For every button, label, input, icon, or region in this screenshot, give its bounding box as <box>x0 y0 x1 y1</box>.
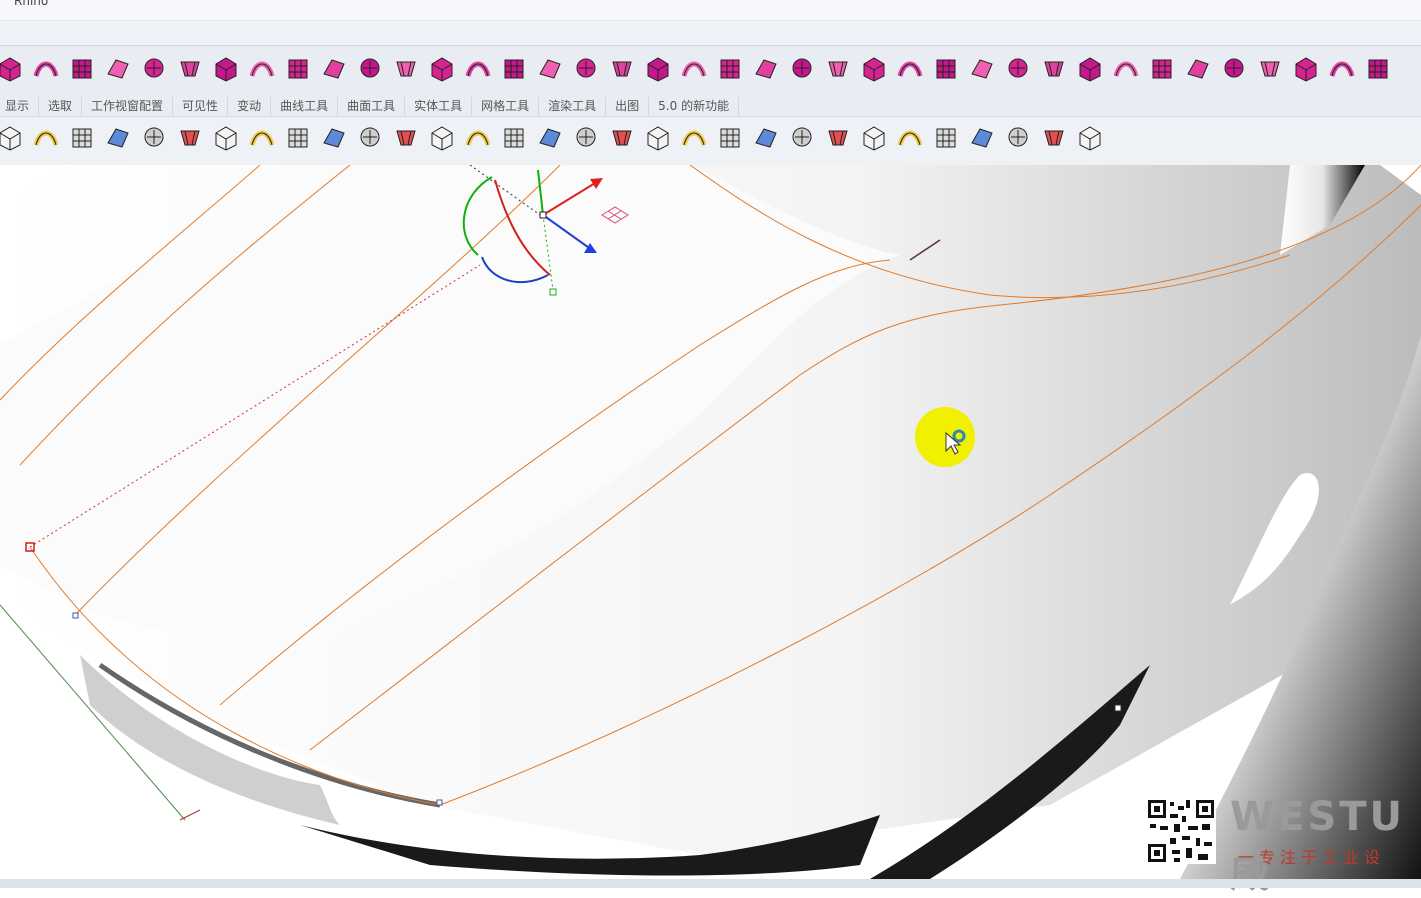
hand-magenta-icon[interactable] <box>894 52 926 84</box>
help-icon[interactable] <box>1074 121 1106 153</box>
tab-10[interactable]: 出图 <box>606 97 650 116</box>
title-bar: Rhino <box>0 0 1421 21</box>
bend-icon[interactable] <box>390 52 422 84</box>
surface-trim-icon[interactable] <box>30 52 62 84</box>
branch-icon[interactable] <box>966 52 998 84</box>
extrude-icon[interactable] <box>210 52 242 84</box>
sphere-black-icon[interactable] <box>1326 52 1358 84</box>
mesh-icon[interactable] <box>786 52 818 84</box>
gear-magenta-icon[interactable] <box>1362 52 1394 84</box>
main-toolbar <box>0 45 1421 96</box>
brand-tagline: 一专注于工业设 <box>1238 848 1386 867</box>
rebuild-icon[interactable] <box>606 52 638 84</box>
rotate-surface-icon[interactable] <box>102 52 134 84</box>
tab-0[interactable]: 显示 <box>0 97 40 116</box>
rotate-view-icon[interactable] <box>138 121 170 153</box>
rotate-camera-icon[interactable] <box>354 121 386 153</box>
mouse-cursor-icon <box>945 429 966 455</box>
dimension-icon[interactable] <box>1038 121 1070 153</box>
tab-6[interactable]: 曲面工具 <box>338 97 406 116</box>
tab-7[interactable]: 实体工具 <box>405 97 473 116</box>
gear-target-icon[interactable] <box>1038 52 1070 84</box>
zoom-extents-icon[interactable] <box>246 121 278 153</box>
standard-toolbar <box>0 117 1421 166</box>
triangle-points-icon[interactable] <box>606 121 638 153</box>
network-surface-icon[interactable] <box>66 52 98 84</box>
zoom-selected-icon[interactable] <box>282 121 314 153</box>
bridge-icon[interactable] <box>678 52 710 84</box>
perspective-viewport[interactable] <box>0 165 1421 879</box>
undo-icon[interactable] <box>66 121 98 153</box>
gear-settings-icon[interactable] <box>1002 121 1034 153</box>
sphere-gray-icon[interactable] <box>858 121 890 153</box>
checkbox-green-icon[interactable] <box>462 52 494 84</box>
new-file-icon[interactable] <box>0 121 26 153</box>
window-title: Rhino <box>14 0 49 8</box>
car-hood-render <box>0 165 1421 879</box>
target-icon[interactable] <box>318 121 350 153</box>
toolbar-tabs: 显示 选取 工作视窗配置 可见性 变动 曲线工具 曲面工具 实体工具 网格工具 渲染工具 出图 5.0… <box>0 95 1421 117</box>
intersect-icon[interactable] <box>1290 52 1322 84</box>
tab-11[interactable]: 5.0 的新功能 <box>649 97 740 116</box>
cage-edit-icon[interactable] <box>426 52 458 84</box>
cplane-icon[interactable] <box>534 121 566 153</box>
flow-icon[interactable] <box>642 52 674 84</box>
pentagon-icon[interactable] <box>1110 52 1142 84</box>
tab-1[interactable]: 选取 <box>39 97 83 116</box>
surface-flat-icon[interactable] <box>1182 52 1214 84</box>
mesh-grid-icon[interactable] <box>1254 52 1286 84</box>
tab-4[interactable]: 变动 <box>228 97 272 116</box>
sweep-icon[interactable] <box>138 52 170 84</box>
tab-5[interactable]: 曲线工具 <box>271 97 339 116</box>
set-view-icon[interactable] <box>498 121 530 153</box>
zoom-icon[interactable] <box>174 121 206 153</box>
twist-icon[interactable] <box>750 52 782 84</box>
patch-icon[interactable] <box>1218 52 1250 84</box>
tab-3[interactable]: 可见性 <box>173 97 229 116</box>
status-bar <box>0 879 1421 888</box>
box-solid-icon[interactable] <box>0 52 26 84</box>
grid-box-icon[interactable] <box>318 52 350 84</box>
boolean-icon[interactable] <box>534 52 566 84</box>
spotlight-icon[interactable] <box>966 121 998 153</box>
tab-2[interactable]: 工作视窗配置 <box>82 97 174 116</box>
grid-plane-icon[interactable] <box>462 121 494 153</box>
sphere-shaded-icon[interactable] <box>894 121 926 153</box>
tab-8[interactable]: 网格工具 <box>472 97 540 116</box>
lock-select-icon[interactable] <box>750 121 782 153</box>
cube-magenta-icon[interactable] <box>354 52 386 84</box>
grid-magenta-icon[interactable] <box>498 52 530 84</box>
blend-icon[interactable] <box>714 52 746 84</box>
qr-code-icon <box>1146 798 1216 864</box>
point-grid-icon[interactable] <box>570 52 602 84</box>
rotate-star-icon[interactable] <box>1074 52 1106 84</box>
fillet-surface-icon[interactable] <box>858 52 890 84</box>
car-icon[interactable] <box>426 121 458 153</box>
four-viewports-icon[interactable] <box>390 121 422 153</box>
circle-point-icon[interactable] <box>570 121 602 153</box>
pan-hand-icon[interactable] <box>102 121 134 153</box>
material-icon[interactable] <box>786 121 818 153</box>
lightbulb-icon[interactable] <box>642 121 674 153</box>
diamond-surface-icon[interactable] <box>1002 52 1034 84</box>
box-magenta-icon[interactable] <box>282 52 314 84</box>
split-icon[interactable] <box>930 52 962 84</box>
contour-icon[interactable] <box>1146 52 1178 84</box>
extrude-curve-icon[interactable] <box>246 52 278 84</box>
arch-icon[interactable] <box>174 52 206 84</box>
zoom-window-icon[interactable] <box>210 121 242 153</box>
menu-area <box>0 21 1421 45</box>
westu-watermark: WESTU威 一专注于工业设 <box>1146 794 1416 896</box>
color-wheel-icon[interactable] <box>822 121 854 153</box>
tab-9[interactable]: 渲染工具 <box>539 97 607 116</box>
dot-grid-icon[interactable] <box>822 52 854 84</box>
sphere-blue-icon[interactable] <box>930 121 962 153</box>
lamp-color-icon[interactable] <box>678 121 710 153</box>
lock-icon[interactable] <box>714 121 746 153</box>
open-file-icon[interactable] <box>30 121 62 153</box>
